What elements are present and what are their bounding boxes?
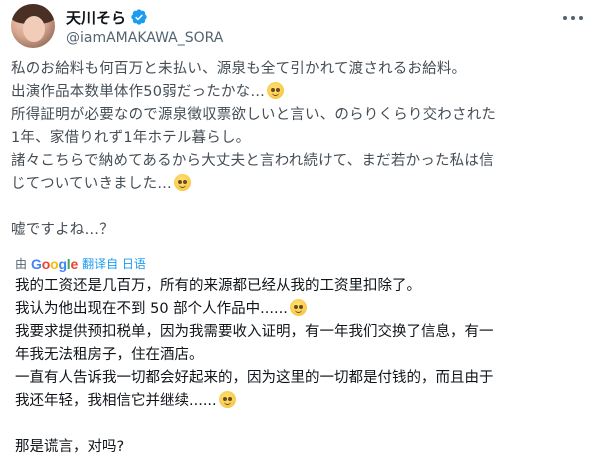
original-line: 所得証明が必要なので源泉徴収票欲しいと言い、のらりくらり交わされた <box>11 107 497 123</box>
avatar[interactable] <box>11 4 55 48</box>
pleading-face-emoji-icon <box>289 299 307 316</box>
tweet-translated-text: 我的工资还是几百万，所有的来源都已经从我的工资里扣除了。 我认为他出现在不到 5… <box>15 275 587 459</box>
pleading-face-emoji-icon <box>267 82 285 99</box>
original-line: 1年、家借りれず1年ホテル暮らし。 <box>11 130 251 146</box>
translated-line: 我认为他出现在不到 50 部个人作品中...... <box>15 298 587 321</box>
translated-line: 一直有人告诉我一切都会好起来的，因为这里的一切都是付钱的，而且由于 <box>15 370 494 386</box>
more-options-icon[interactable] <box>563 10 583 26</box>
translated-line: 那是谎言，对吗? <box>15 439 125 455</box>
display-name[interactable]: 天川そら <box>66 7 126 28</box>
translation-attribution: 由 Google 翻译自 日语 <box>15 255 146 272</box>
translated-by-label: 由 <box>15 257 28 271</box>
original-line: じてついていきました… <box>11 173 591 196</box>
tweet-original-text: 私のお給料も何百万と未払い、源泉も全て引かれて渡されるお給料。 出演作品本数単体… <box>11 58 591 242</box>
original-line: 嘘ですよね…？ <box>11 222 114 238</box>
tweet-header: 天川そら @iamAMAKAWA_SORA <box>66 6 561 47</box>
google-logo: Google <box>31 255 79 272</box>
translated-line: 年我无法租房子，住在酒店。 <box>15 347 204 363</box>
original-line: 諸々こちらで納めてあるから大丈夫と言われ続けて、まだ若かった私は信 <box>11 153 494 169</box>
pleading-face-emoji-icon <box>173 174 191 191</box>
translated-line: 我要求提供预扣税单，因为我需要收入证明，有一年我们交换了信息，有一 <box>15 324 494 340</box>
original-line: 出演作品本数単体作50弱だったかな… <box>11 81 591 104</box>
user-handle[interactable]: @iamAMAKAWA_SORA <box>66 30 561 46</box>
translated-line: 我还年轻，我相信它并继续...... <box>15 390 587 413</box>
original-line: 私のお給料も何百万と未払い、源泉も全て引かれて渡されるお給料。 <box>11 61 467 77</box>
translated-from-link[interactable]: 翻译自 日语 <box>82 255 146 272</box>
translated-line: 我的工资还是几百万，所有的来源都已经从我的工资里扣除了。 <box>15 278 421 294</box>
pleading-face-emoji-icon <box>218 391 236 408</box>
verified-badge-icon <box>131 9 147 25</box>
